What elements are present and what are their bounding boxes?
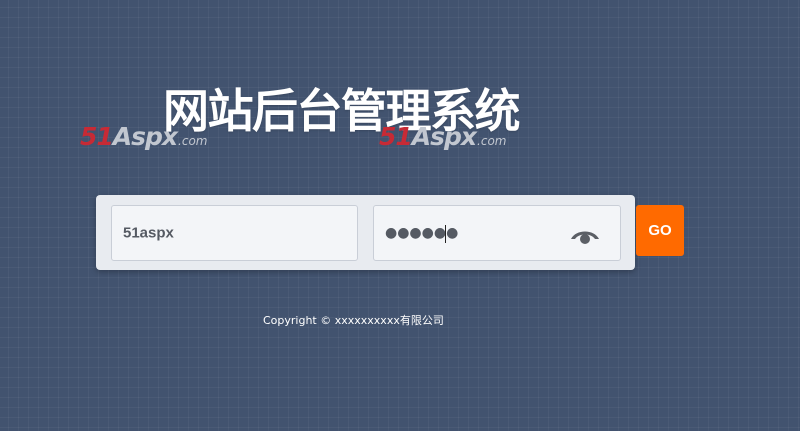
watermark-logo: 51Aspx.com [379, 124, 507, 149]
password-input[interactable]: ●●●●●● [373, 205, 621, 261]
eye-icon[interactable] [569, 225, 601, 245]
copyright-text: Copyright © xxxxxxxxxx有限公司 [263, 314, 444, 327]
watermark-logo: 51Aspx.com [80, 124, 208, 149]
watermark-number: 51 [379, 122, 413, 151]
login-panel: 51aspx ●●●●●● [96, 195, 635, 270]
go-button[interactable]: GO [636, 205, 684, 256]
username-value: 51aspx [123, 224, 174, 242]
text-caret [445, 225, 446, 243]
watermark-domain: .com [178, 134, 208, 148]
username-input[interactable]: 51aspx [111, 205, 358, 261]
password-value: ●●●●●● [385, 225, 459, 241]
watermark-word: Aspx [411, 122, 477, 151]
watermark-word: Aspx [112, 122, 178, 151]
watermark-number: 51 [80, 122, 114, 151]
watermark-domain: .com [477, 134, 507, 148]
